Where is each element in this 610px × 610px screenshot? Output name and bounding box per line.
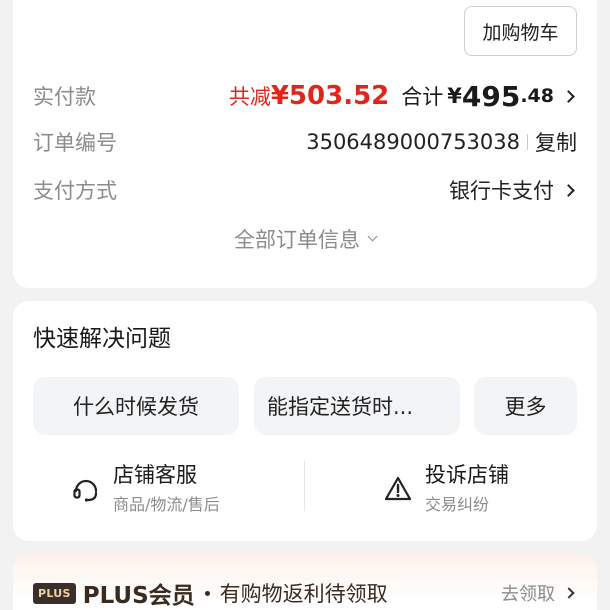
chip-shipping-time[interactable]: 什么时候发货 [33, 377, 239, 435]
divider [304, 461, 305, 511]
paid-row[interactable]: 实付款 共减 ¥503.52 合计 ¥ 495 .48 [33, 78, 577, 114]
total-label: 合计 [401, 85, 444, 109]
order-info-card: 加购物车 实付款 共减 ¥503.52 合计 ¥ 495 .48 订单编号 35… [13, 0, 597, 288]
payment-method-value: 银行卡支付 [449, 179, 554, 203]
chip-more[interactable]: 更多 [474, 377, 577, 435]
copy-button[interactable]: 复制 [535, 127, 577, 157]
plus-description: 有购物返利待领取 [219, 582, 388, 606]
service-sub: 商品/物流/售后 [113, 495, 220, 514]
all-order-info-toggle[interactable]: 全部订单信息 [13, 224, 597, 254]
total-currency: ¥ [447, 84, 462, 108]
total-integer: 495 [461, 79, 521, 113]
plus-badge: PLUS [33, 582, 76, 604]
chip-delivery-time[interactable]: 能指定送货时... [254, 377, 460, 435]
store-customer-service[interactable]: 店铺客服 商品/物流/售后 [71, 455, 220, 523]
paid-summary[interactable]: 共减 ¥503.52 合计 ¥ 495 .48 [229, 80, 577, 113]
divider [527, 134, 528, 150]
bullet-dot [204, 590, 210, 596]
chevron-down-icon [367, 231, 378, 242]
reduce-amount: ¥503.52 [270, 81, 390, 111]
quick-help-card: 快速解决问题 什么时候发货 能指定送货时... 更多 店铺客服 商品/物流/售后 [13, 301, 597, 541]
add-to-cart-button[interactable]: 加购物车 [464, 6, 577, 56]
claim-link[interactable]: 去领取 [501, 580, 577, 606]
chevron-right-icon [563, 587, 575, 599]
order-number-label: 订单编号 [33, 131, 117, 155]
paid-label: 实付款 [33, 85, 96, 109]
chevron-right-icon [562, 89, 575, 103]
warning-icon [383, 474, 413, 504]
plus-member-card[interactable]: PLUS PLUS会员 有购物返利待领取 去领取 [13, 553, 597, 610]
all-order-info-label: 全部订单信息 [234, 228, 360, 252]
plus-title: PLUS会员 [82, 583, 195, 609]
order-number-row: 订单编号 3506489000753038 复制 [33, 124, 577, 160]
service-name: 店铺客服 [113, 463, 197, 487]
service-name: 投诉店铺 [425, 463, 509, 487]
reduce-text: 共减 [228, 85, 271, 109]
service-sub: 交易纠纷 [425, 495, 490, 514]
payment-method-row[interactable]: 支付方式 银行卡支付 [33, 172, 577, 208]
total-decimal: .48 [520, 85, 554, 107]
claim-link-label: 去领取 [501, 584, 555, 605]
chevron-right-icon [562, 183, 575, 197]
quick-question-chips: 什么时候发货 能指定送货时... 更多 [33, 377, 577, 435]
quick-help-title: 快速解决问题 [33, 326, 171, 352]
headset-icon [71, 474, 101, 504]
complain-store[interactable]: 投诉店铺 交易纠纷 [383, 455, 509, 523]
payment-method-label: 支付方式 [33, 179, 117, 203]
order-number-value: 3506489000753038 [306, 130, 520, 154]
